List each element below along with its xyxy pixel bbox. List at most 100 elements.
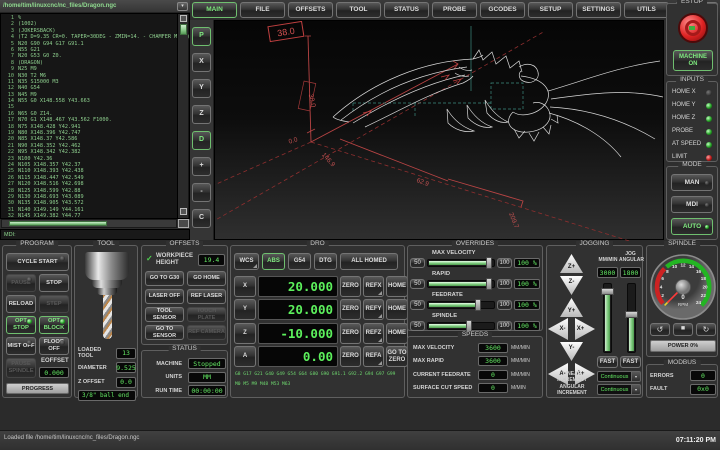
- slider-handle[interactable]: [625, 311, 638, 318]
- offsets-button[interactable]: LASER OFF: [145, 289, 184, 304]
- scroll-corner-button[interactable]: [178, 219, 189, 228]
- linear-jog-slider[interactable]: [603, 283, 612, 353]
- file-dropdown-button[interactable]: ▾: [177, 2, 188, 11]
- plot-tool-button[interactable]: Y: [192, 79, 211, 98]
- jog-y-plus-button[interactable]: Y+: [560, 298, 583, 317]
- spindle-cw-button[interactable]: ↻: [696, 323, 716, 336]
- pause-button[interactable]: PAUSE: [6, 274, 36, 292]
- hscroll-thumb[interactable]: [9, 221, 107, 226]
- override-max-button[interactable]: 100: [497, 321, 512, 331]
- scroll-up-button[interactable]: [180, 15, 187, 22]
- override-max-button[interactable]: 100: [497, 279, 512, 289]
- jog-y-minus-button[interactable]: Y-: [560, 342, 583, 361]
- scroll-down-button[interactable]: [180, 208, 187, 215]
- offsets-button[interactable]: TOOL SENSOR: [145, 307, 184, 322]
- mode-button[interactable]: MDI: [671, 196, 713, 213]
- plot-tool-button[interactable]: Z: [192, 105, 211, 124]
- wcs-dropdown[interactable]: WCS: [234, 253, 259, 270]
- axis-select-button[interactable]: X: [234, 276, 256, 297]
- pause-spindle-button[interactable]: PAUSE SPINDLE: [6, 358, 36, 378]
- linear-fast-button[interactable]: FAST: [597, 356, 618, 368]
- menu-item[interactable]: SETTINGS: [576, 2, 621, 18]
- mist-button[interactable]: MIST OFF: [6, 337, 36, 355]
- jog-x-plus-button[interactable]: X+: [575, 318, 595, 340]
- axis-select-button[interactable]: Z: [234, 323, 256, 344]
- slider-handle[interactable]: [486, 257, 492, 269]
- plot-tool-button[interactable]: X: [192, 53, 211, 72]
- linear-increment-combo[interactable]: Continuous▾: [597, 371, 641, 382]
- chevron-down-icon[interactable]: ▾: [632, 371, 641, 382]
- angular-fast-button[interactable]: FAST: [620, 356, 641, 368]
- slider-handle[interactable]: [475, 299, 481, 311]
- menu-item[interactable]: FILE: [240, 2, 285, 18]
- gcode-horizontal-scrollbar[interactable]: [1, 219, 177, 228]
- stop-button[interactable]: STOP: [39, 274, 69, 292]
- ref-button[interactable]: REFY: [363, 299, 384, 320]
- toolpath-preview[interactable]: 38.0 38.0 0.0 146.9 62.9 209.7: [214, 20, 664, 240]
- angular-jog-slider[interactable]: [627, 283, 636, 353]
- mode-button[interactable]: AUTO: [671, 218, 713, 235]
- override-min-button[interactable]: 50: [410, 258, 425, 268]
- jog-z-plus-button[interactable]: Z+: [560, 254, 583, 273]
- plot-tool-button[interactable]: +: [192, 157, 211, 176]
- offsets-button[interactable]: TOUCH PLATE: [187, 307, 226, 322]
- g54-button[interactable]: G54: [288, 253, 311, 270]
- step-button[interactable]: STEP: [39, 295, 69, 313]
- all-homed-button[interactable]: ALL HOMED: [340, 253, 398, 270]
- gcode-vertical-scrollbar[interactable]: [177, 14, 188, 218]
- spindle-ccw-button[interactable]: ↺: [650, 323, 670, 336]
- dtg-button[interactable]: DTG: [314, 253, 337, 270]
- plot-tool-button[interactable]: P: [192, 27, 211, 46]
- zero-button[interactable]: ZERO: [340, 323, 361, 344]
- menu-item[interactable]: TOOL: [336, 2, 381, 18]
- offsets-button[interactable]: GO TO SENSOR: [145, 325, 184, 340]
- zero-button[interactable]: ZERO: [340, 299, 361, 320]
- plot-tool-button[interactable]: -: [192, 183, 211, 202]
- override-slider[interactable]: [427, 259, 495, 267]
- vscroll-thumb[interactable]: [180, 24, 187, 35]
- jog-x-minus-button[interactable]: X-: [548, 318, 568, 340]
- mdi-input[interactable]: MDI:: [0, 229, 190, 240]
- mode-button[interactable]: MAN: [671, 174, 713, 191]
- cycle-start-button[interactable]: CYCLE START: [6, 253, 69, 271]
- menu-item[interactable]: GCODES: [480, 2, 525, 18]
- override-slider[interactable]: [427, 301, 495, 309]
- home-button[interactable]: HOME: [386, 276, 408, 297]
- override-slider[interactable]: [427, 280, 495, 288]
- override-min-button[interactable]: 50: [410, 279, 425, 289]
- menu-item[interactable]: UTILS: [624, 2, 669, 18]
- override-min-button[interactable]: 50: [410, 321, 425, 331]
- menu-item[interactable]: OFFSETS: [288, 2, 333, 18]
- home-button[interactable]: GO TO ZERO: [386, 346, 408, 367]
- offsets-button[interactable]: REF CAMERA: [187, 325, 226, 340]
- menu-item[interactable]: MAIN: [192, 2, 237, 18]
- reload-button[interactable]: RELOAD: [6, 295, 36, 313]
- axis-select-button[interactable]: Y: [234, 299, 256, 320]
- menu-item[interactable]: SETUP: [528, 2, 573, 18]
- offsets-button[interactable]: REF LASER: [187, 289, 226, 304]
- plot-tool-button[interactable]: C: [192, 209, 211, 228]
- home-button[interactable]: HOME: [386, 299, 408, 320]
- spindle-stop-button[interactable]: ■: [673, 323, 693, 336]
- abs-button[interactable]: ABS: [262, 253, 285, 270]
- angular-increment-combo[interactable]: Continuous▾: [597, 384, 641, 395]
- override-max-button[interactable]: 100: [497, 300, 512, 310]
- flood-button[interactable]: FLOOD OFF: [39, 337, 69, 355]
- ref-button[interactable]: REFZ: [363, 323, 384, 344]
- slider-handle[interactable]: [486, 278, 492, 290]
- estop-button[interactable]: [678, 13, 708, 43]
- opt-stop-button[interactable]: OPT STOP: [6, 316, 36, 334]
- offsets-button[interactable]: GO HOME: [187, 271, 226, 286]
- override-slider[interactable]: [427, 322, 495, 330]
- menu-item[interactable]: STATUS: [384, 2, 429, 18]
- zero-button[interactable]: ZERO: [340, 346, 361, 367]
- opt-block-button[interactable]: OPT BLOCK: [39, 316, 69, 334]
- zero-button[interactable]: ZERO: [340, 276, 361, 297]
- home-button[interactable]: HOME: [386, 323, 408, 344]
- slider-handle[interactable]: [601, 288, 614, 295]
- gcode-list[interactable]: 1%2(1002)3(JOKERSBACK)4(T2 D=9.35 CR=0. …: [0, 13, 190, 219]
- offsets-button[interactable]: GO TO G30: [145, 271, 184, 286]
- ref-button[interactable]: REFX: [363, 276, 384, 297]
- machine-on-button[interactable]: MACHINE ON: [673, 50, 713, 71]
- menu-item[interactable]: PROBE: [432, 2, 477, 18]
